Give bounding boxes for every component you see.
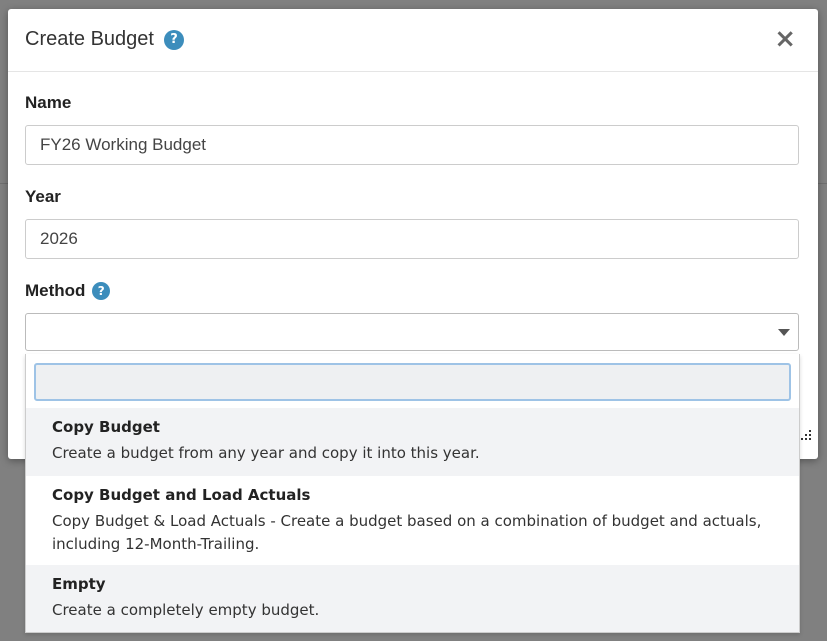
dialog-header: Create Budget ? × bbox=[8, 9, 818, 72]
question-circle-icon[interactable]: ? bbox=[92, 282, 111, 300]
option-description: Copy Budget & Load Actuals - Create a bu… bbox=[52, 512, 762, 553]
method-label-text: Method bbox=[25, 281, 86, 300]
option-copy-budget-load-actuals[interactable]: Copy Budget and Load Actuals Copy Budget… bbox=[26, 476, 799, 565]
option-title: Empty bbox=[52, 575, 106, 593]
question-circle-icon[interactable]: ? bbox=[164, 30, 184, 50]
option-description: Create a completely empty budget. bbox=[52, 601, 320, 619]
caret-down-icon[interactable] bbox=[778, 329, 790, 336]
resize-grip-icon[interactable] bbox=[800, 429, 812, 441]
option-description: Create a budget from any year and copy i… bbox=[52, 444, 480, 462]
dialog-title: Create Budget bbox=[25, 28, 154, 50]
method-label: Method ? bbox=[25, 281, 111, 301]
year-label: Year bbox=[25, 187, 61, 206]
year-input[interactable]: 2026 bbox=[25, 219, 799, 259]
option-title: Copy Budget bbox=[52, 418, 160, 436]
name-label: Name bbox=[25, 93, 72, 112]
name-input[interactable]: FY26 Working Budget bbox=[25, 125, 799, 165]
dropdown-search-area bbox=[26, 354, 799, 408]
method-select[interactable] bbox=[25, 313, 799, 351]
dropdown-search-input[interactable] bbox=[34, 363, 791, 401]
option-copy-budget[interactable]: Copy Budget Create a budget from any yea… bbox=[26, 408, 799, 476]
close-icon[interactable]: × bbox=[774, 26, 796, 52]
option-title: Copy Budget and Load Actuals bbox=[52, 486, 311, 504]
method-dropdown: Copy Budget Create a budget from any yea… bbox=[25, 354, 800, 633]
option-empty[interactable]: Empty Create a completely empty budget. bbox=[26, 565, 799, 632]
